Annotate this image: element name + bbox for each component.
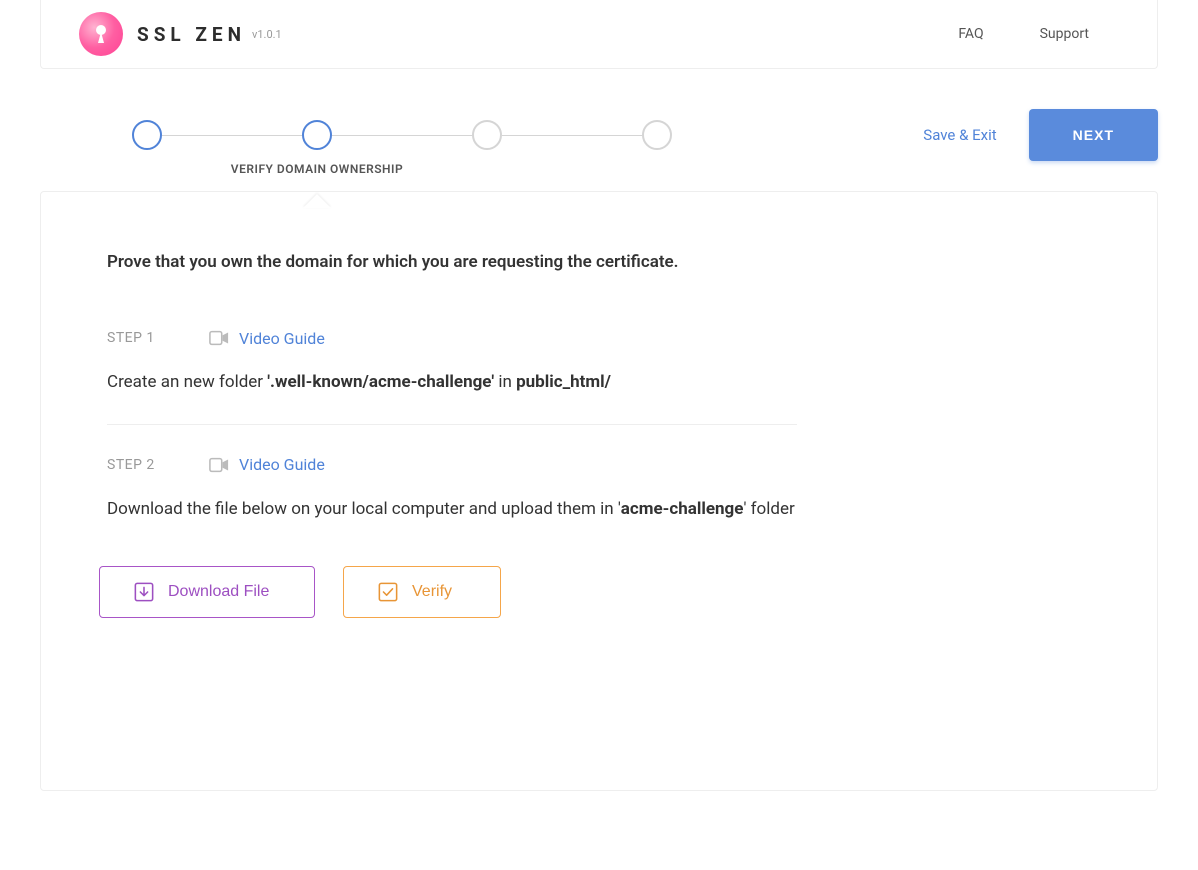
save-exit-link[interactable]: Save & Exit: [923, 126, 996, 144]
step-1-video-guide-link[interactable]: Video Guide: [209, 328, 325, 348]
step-connector: [162, 135, 302, 136]
progress-stepper: VERIFY DOMAIN OWNERSHIP: [132, 120, 672, 150]
download-file-button[interactable]: Download File: [99, 566, 315, 618]
step-connector: [332, 135, 472, 136]
stepper-row: VERIFY DOMAIN OWNERSHIP Save & Exit NEXT: [0, 69, 1198, 191]
verify-label: Verify: [412, 583, 466, 601]
app-header: SSL ZEN v1.0.1 FAQ Support: [40, 0, 1158, 69]
step-2-indicator: [302, 120, 332, 150]
video-guide-label: Video Guide: [239, 455, 325, 474]
divider: [107, 424, 797, 425]
step-2-block: STEP 2 Video Guide Download the file bel…: [107, 455, 1091, 523]
verify-button[interactable]: Verify: [343, 566, 501, 618]
action-buttons: Download File Verify: [99, 566, 1091, 618]
faq-link[interactable]: FAQ: [958, 26, 983, 42]
step-1-block: STEP 1 Video Guide Create an new folder …: [107, 328, 1091, 396]
support-link[interactable]: Support: [1040, 26, 1089, 42]
step-2-description: Download the file below on your local co…: [107, 497, 1091, 523]
video-guide-label: Video Guide: [239, 329, 325, 348]
step-3-indicator: [472, 120, 502, 150]
current-step-label: VERIFY DOMAIN OWNERSHIP: [231, 162, 403, 176]
step-2-label: STEP 2: [107, 457, 209, 473]
step-1-indicator: [132, 120, 162, 150]
logo-area: SSL ZEN v1.0.1: [79, 12, 282, 56]
next-button[interactable]: NEXT: [1029, 109, 1158, 161]
intro-text: Prove that you own the domain for which …: [107, 252, 1091, 272]
download-file-label: Download File: [168, 583, 280, 601]
nav-links: FAQ Support: [958, 26, 1119, 42]
step-2-video-guide-link[interactable]: Video Guide: [209, 455, 325, 475]
video-camera-icon: [209, 455, 229, 475]
logo-icon: [79, 12, 123, 56]
version-label: v1.0.1: [252, 28, 282, 41]
step-connector: [502, 135, 642, 136]
step-1-label: STEP 1: [107, 330, 209, 346]
brand-name: SSL ZEN: [137, 23, 246, 46]
main-panel: Prove that you own the domain for which …: [40, 191, 1158, 791]
video-camera-icon: [209, 328, 229, 348]
step-4-indicator: [642, 120, 672, 150]
verify-check-icon: [378, 582, 398, 602]
download-icon: [134, 582, 154, 602]
step-1-description: Create an new folder '.well-known/acme-c…: [107, 370, 1091, 396]
